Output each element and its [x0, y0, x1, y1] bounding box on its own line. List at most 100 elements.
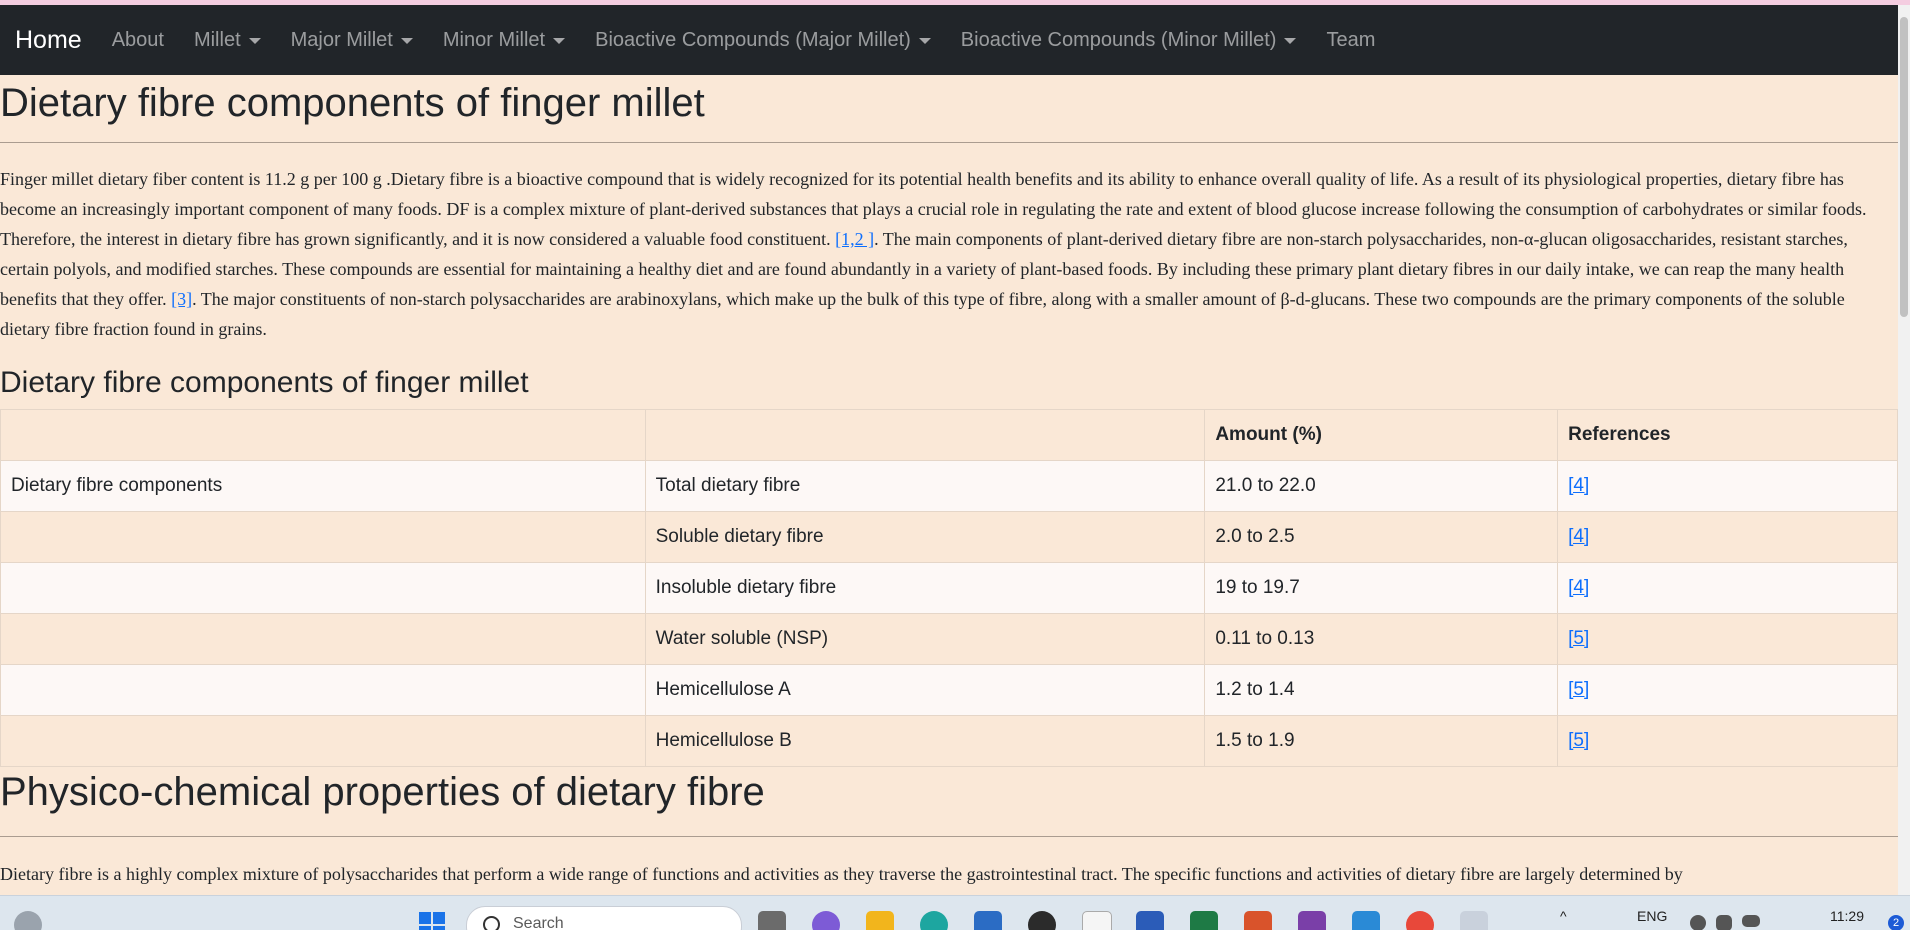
caret-down-icon [248, 38, 261, 44]
reference-cell: [4] [1557, 562, 1898, 614]
tray-chevron-icon[interactable]: ^ [1560, 908, 1567, 924]
table-row: Hemicellulose B 1.5 to 1.9 [5] [0, 715, 1898, 767]
nav-item-label: About [111, 28, 164, 51]
chat-icon[interactable] [812, 911, 840, 930]
table-header-cell [644, 409, 1206, 461]
reference-cell: [5] [1557, 715, 1898, 767]
snipping-tool-icon[interactable] [1460, 911, 1488, 930]
nav-item-label: Minor Millet [442, 28, 546, 51]
table-row: Water soluble (NSP) 0.11 to 0.13 [5] [0, 613, 1898, 665]
nav-item-label: Team [1326, 28, 1376, 51]
page-title: Dietary fibre components of finger mille… [0, 81, 705, 125]
nav-item-major-millet[interactable]: Major Millet [291, 29, 413, 52]
clock[interactable]: 11:29 [1830, 908, 1864, 924]
language-indicator[interactable]: ENG [1637, 908, 1667, 924]
onenote-icon[interactable] [1298, 911, 1326, 930]
volume-icon[interactable] [1716, 915, 1732, 930]
group-cell: Dietary fibre components [0, 460, 646, 512]
chrome-icon[interactable] [1406, 911, 1434, 930]
nav-brand-home[interactable]: Home [15, 26, 82, 55]
search-icon [483, 916, 500, 930]
reference-cell: [5] [1557, 613, 1898, 665]
vscode-icon[interactable] [1352, 911, 1380, 930]
table-header-references: References [1557, 409, 1898, 461]
divider [0, 836, 1898, 837]
dell-icon[interactable] [1028, 911, 1056, 930]
excel-icon[interactable] [1190, 911, 1218, 930]
taskbar: Search ^ ENG 11:29 2 [0, 895, 1910, 930]
citation-link[interactable]: [5] [1568, 730, 1589, 751]
group-cell [0, 562, 646, 614]
nav-item-bioactive-major[interactable]: Bioactive Compounds (Major Millet) [595, 29, 931, 52]
component-cell: Hemicellulose A [644, 664, 1206, 716]
component-cell: Insoluble dietary fibre [644, 562, 1206, 614]
scrollbar-thumb[interactable] [1900, 17, 1908, 317]
nav-item-bioactive-minor[interactable]: Bioactive Compounds (Minor Millet) [961, 29, 1297, 52]
section-paragraph: Dietary fibre is a highly complex mixtur… [0, 864, 1683, 884]
citation-link[interactable]: [5] [1568, 679, 1589, 700]
table-row: Hemicellulose A 1.2 to 1.4 [5] [0, 664, 1898, 716]
task-view-icon[interactable] [758, 911, 786, 930]
citation-link[interactable]: [5] [1568, 628, 1589, 649]
citation-link[interactable]: [3] [171, 289, 192, 309]
divider [0, 142, 1898, 143]
reference-cell: [4] [1557, 460, 1898, 512]
group-cell [0, 511, 646, 563]
amount-cell: 2.0 to 2.5 [1204, 511, 1559, 563]
windows-start-icon[interactable] [418, 911, 448, 930]
network-icon[interactable] [1690, 915, 1706, 930]
citation-link[interactable]: [4] [1568, 577, 1589, 598]
battery-icon[interactable] [1742, 915, 1760, 927]
component-cell: Soluble dietary fibre [644, 511, 1206, 563]
amount-cell: 19 to 19.7 [1204, 562, 1559, 614]
main-content: Dietary fibre components of finger mille… [0, 75, 1898, 895]
caret-down-icon [400, 38, 413, 44]
table-row: Dietary fibre components Total dietary f… [0, 460, 1898, 512]
nav-item-label: Bioactive Compounds (Minor Millet) [960, 28, 1277, 51]
reference-cell: [5] [1557, 664, 1898, 716]
word-icon[interactable] [1136, 911, 1164, 930]
intro-paragraph: Finger millet dietary fiber content is 1… [0, 164, 1895, 344]
nav-item-millet[interactable]: Millet [194, 29, 261, 52]
nav-item-label: Millet [193, 28, 241, 51]
group-cell [0, 613, 646, 665]
caret-down-icon [1284, 38, 1297, 44]
caret-down-icon [553, 38, 566, 44]
amount-cell: 1.5 to 1.9 [1204, 715, 1559, 767]
amount-cell: 21.0 to 22.0 [1204, 460, 1559, 512]
taskbar-search[interactable]: Search [466, 906, 742, 930]
table-row: Insoluble dietary fibre 19 to 19.7 [4] [0, 562, 1898, 614]
notification-badge[interactable]: 2 [1888, 915, 1904, 930]
navbar: Home About Millet Major Millet Minor Mil… [0, 5, 1898, 75]
search-placeholder: Search [513, 915, 564, 930]
table-header-cell [0, 409, 646, 461]
nav-item-label: Major Millet [290, 28, 393, 51]
nav-item-team[interactable]: Team [1326, 29, 1375, 52]
section-title: Physico-chemical properties of dietary f… [0, 770, 765, 814]
page-scrollbar[interactable] [1898, 5, 1910, 895]
table-row: Soluble dietary fibre 2.0 to 2.5 [4] [0, 511, 1898, 563]
group-cell [0, 715, 646, 767]
citation-link[interactable]: [4] [1568, 475, 1589, 496]
component-cell: Water soluble (NSP) [644, 613, 1206, 665]
citation-link[interactable]: [1,2 ] [835, 229, 874, 249]
nav-item-about[interactable]: About [112, 29, 164, 52]
group-cell [0, 664, 646, 716]
reference-cell: [4] [1557, 511, 1898, 563]
nav-item-label: Bioactive Compounds (Major Millet) [595, 28, 911, 51]
powerpoint-icon[interactable] [1244, 911, 1272, 930]
table-header-row: Amount (%) References [0, 409, 1898, 461]
file-explorer-icon[interactable] [866, 911, 894, 930]
amount-cell: 0.11 to 0.13 [1204, 613, 1559, 665]
document-icon[interactable] [1082, 911, 1112, 930]
edge-icon[interactable] [920, 911, 948, 930]
widgets-icon[interactable] [14, 911, 42, 930]
dietary-fibre-table: Amount (%) References Dietary fibre comp… [0, 409, 1898, 767]
component-cell: Total dietary fibre [644, 460, 1206, 512]
intro-text: . The major constituents of non-starch p… [0, 289, 1845, 339]
citation-link[interactable]: [4] [1568, 526, 1589, 547]
nav-item-minor-millet[interactable]: Minor Millet [442, 28, 566, 52]
store-icon[interactable] [974, 911, 1002, 930]
amount-cell: 1.2 to 1.4 [1204, 664, 1559, 716]
component-cell: Hemicellulose B [644, 715, 1206, 767]
